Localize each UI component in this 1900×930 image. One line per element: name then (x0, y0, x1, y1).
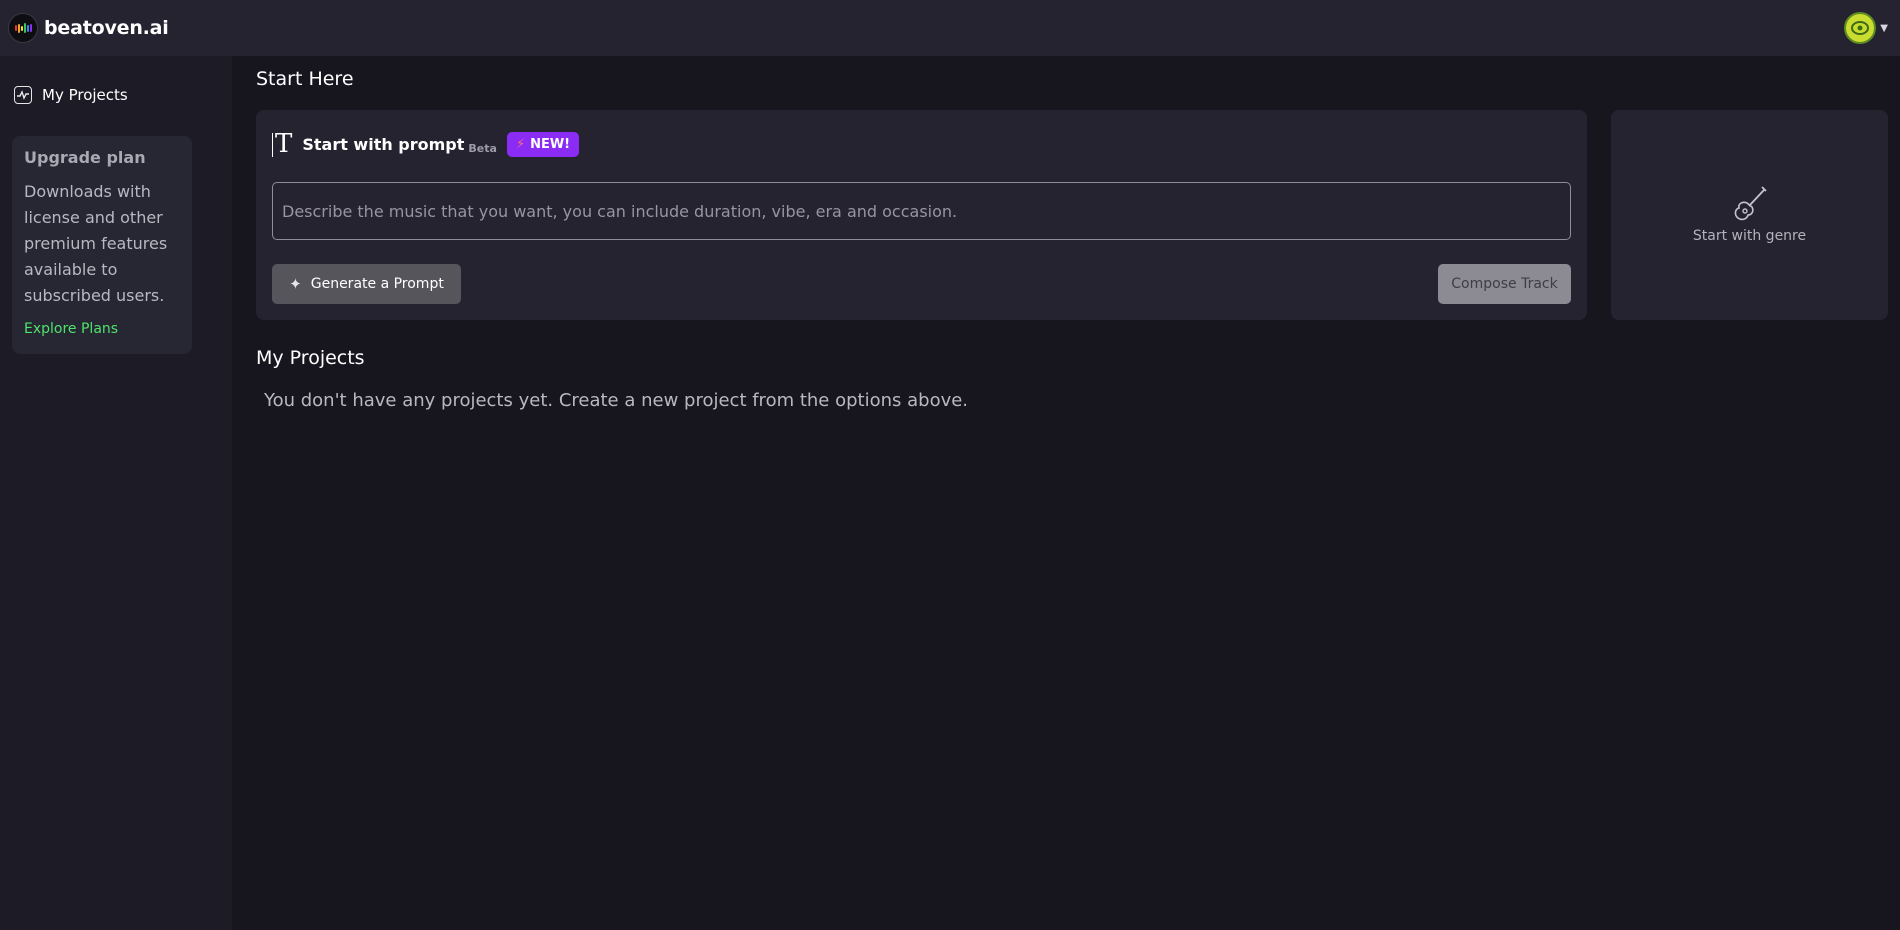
generate-prompt-label: Generate a Prompt (310, 276, 444, 292)
lightning-icon: ⚡ (515, 137, 526, 152)
upgrade-description: Downloads with license and other premium… (24, 182, 168, 305)
logo-bar (29, 24, 32, 32)
text-icon: T (272, 131, 292, 157)
sidebar: My Projects Upgrade plan Downloads with … (0, 56, 232, 930)
prompt-card: T Start with promptBeta ⚡ NEW! ✦ Generat… (256, 110, 1587, 320)
prompt-input[interactable] (272, 182, 1571, 240)
avatar-icon (1851, 21, 1870, 35)
sidebar-item-label: My Projects (42, 86, 128, 104)
beta-label: Beta (468, 141, 497, 155)
start-with-genre-label: Start with genre (1692, 228, 1807, 244)
prompt-header: T Start with prompt Beta ⚡ NEW! (272, 131, 580, 157)
brand[interactable]: beatoven.ai (8, 13, 169, 43)
sparkle-icon: ✦ (289, 275, 302, 293)
logo-bar (17, 23, 20, 33)
logo-bar (26, 24, 29, 32)
new-badge: ⚡ NEW! (506, 132, 580, 157)
start-with-genre-card[interactable]: Start with genre (1611, 110, 1888, 320)
my-projects-title: My Projects (256, 347, 365, 369)
new-badge-label: NEW! (530, 137, 571, 152)
start-here-title: Start Here (256, 68, 354, 90)
logo-bar (14, 25, 17, 31)
explore-plans-link[interactable]: Explore Plans (24, 321, 118, 337)
chevron-down-icon[interactable]: ▼ (1880, 23, 1888, 34)
generate-prompt-button[interactable]: ✦ Generate a Prompt (272, 264, 461, 304)
brand-name: beatoven.ai (44, 17, 169, 39)
compose-track-button[interactable]: Compose Track (1438, 264, 1571, 304)
logo-bar (20, 25, 23, 31)
upgrade-title: Upgrade plan (24, 148, 146, 167)
user-avatar[interactable] (1844, 12, 1877, 44)
empty-projects-message: You don't have any projects yet. Create … (264, 390, 969, 411)
upgrade-plan-card: Upgrade plan Downloads with license and … (12, 136, 192, 354)
activity-chart-icon (14, 86, 32, 104)
prompt-title: Start with prompt Beta (302, 135, 497, 155)
top-bar: beatoven.ai ▼ (0, 0, 1900, 56)
brand-logo-icon (8, 13, 38, 43)
guitar-icon (1734, 186, 1767, 221)
prompt-title-text: Start with prompt (302, 134, 465, 154)
sidebar-item-my-projects[interactable]: My Projects (14, 86, 128, 104)
logo-bar (23, 23, 26, 33)
user-menu[interactable]: ▼ (1844, 12, 1888, 44)
